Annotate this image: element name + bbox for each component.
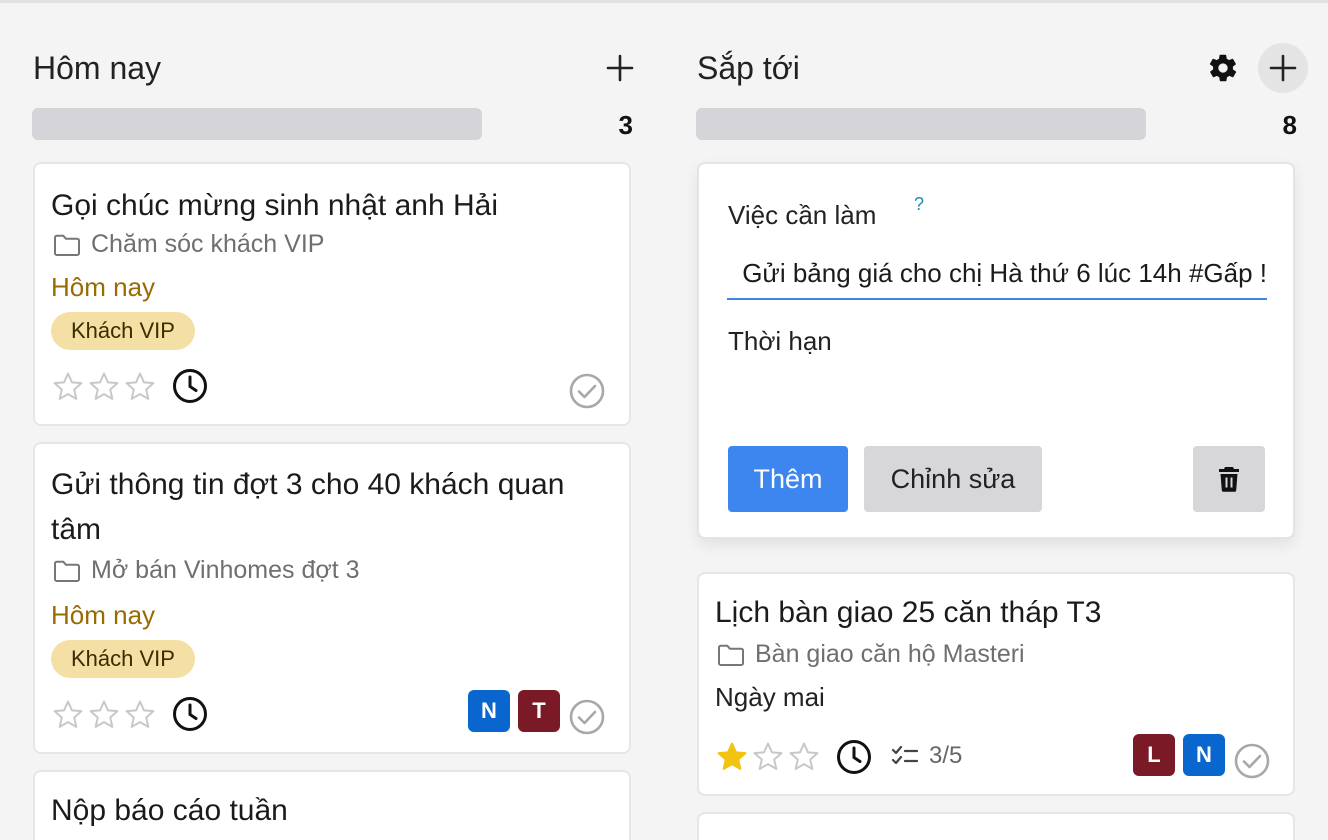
star-rating[interactable] xyxy=(715,740,821,774)
clock-icon[interactable] xyxy=(835,738,873,776)
task-count: 3 xyxy=(618,110,633,140)
check-circle-icon[interactable] xyxy=(1233,742,1271,780)
task-title: Nộp báo cáo tuần xyxy=(51,794,288,827)
subtask-progress[interactable]: 3/5 xyxy=(891,742,962,770)
project-row: Bàn giao căn hộ Masteri xyxy=(717,640,1025,669)
column-title: Hôm nay xyxy=(33,50,162,86)
task-card[interactable] xyxy=(697,812,1295,840)
task-card[interactable]: Lịch bàn giao 25 căn tháp T3 Bàn giao că… xyxy=(697,572,1295,796)
task-card[interactable]: Nộp báo cáo tuần xyxy=(33,770,631,840)
project-name: Bàn giao căn hộ Masteri xyxy=(755,640,1025,668)
star-icon[interactable] xyxy=(51,370,85,404)
clock-icon[interactable] xyxy=(171,695,209,733)
column-progress-bar xyxy=(696,108,1146,140)
task-field-label: Việc cần làm xyxy=(728,200,877,230)
tag-badge: Khách VIP xyxy=(51,640,195,678)
column-progress-bar xyxy=(32,108,482,140)
folder-icon xyxy=(54,234,80,256)
project-name: Chăm sóc khách VIP xyxy=(91,230,325,258)
star-icon[interactable] xyxy=(87,698,121,732)
assignee-avatar[interactable]: N xyxy=(468,690,510,732)
subtask-count: 3/5 xyxy=(929,742,963,769)
project-row: Mở bán Vinhomes đợt 3 xyxy=(53,556,360,585)
new-task-form: Việc cần làm ? Thời hạn Thêm Chỉnh sửa xyxy=(697,162,1295,539)
clock-icon[interactable] xyxy=(171,367,209,405)
delete-button[interactable] xyxy=(1193,446,1265,512)
task-input[interactable] xyxy=(727,252,1267,300)
task-title: Lịch bàn giao 25 căn tháp T3 xyxy=(715,596,1102,629)
star-icon[interactable] xyxy=(715,740,749,774)
edit-button[interactable]: Chỉnh sửa xyxy=(864,446,1042,512)
star-icon[interactable] xyxy=(751,740,785,774)
task-card[interactable]: Gọi chúc mừng sinh nhật anh Hải Chăm sóc… xyxy=(33,162,631,426)
column-title: Sắp tới xyxy=(697,50,800,86)
column-header: Sắp tới xyxy=(697,43,1308,93)
assignee-avatar[interactable]: T xyxy=(518,690,560,732)
star-icon[interactable] xyxy=(123,370,157,404)
folder-icon xyxy=(54,560,80,582)
star-icon[interactable] xyxy=(787,740,821,774)
task-title: Gọi chúc mừng sinh nhật anh Hải xyxy=(51,189,498,222)
add-task-button[interactable] xyxy=(1258,43,1308,93)
due-date: Ngày mai xyxy=(715,682,825,712)
plus-icon xyxy=(1269,54,1297,82)
star-icon[interactable] xyxy=(51,698,85,732)
deadline-label: Thời hạn xyxy=(728,326,832,356)
assignee-avatar[interactable]: N xyxy=(1183,734,1225,776)
tag-badge: Khách VIP xyxy=(51,312,195,350)
due-date: Hôm nay xyxy=(51,272,156,302)
column-settings-button[interactable] xyxy=(1198,43,1248,93)
task-card[interactable]: Gửi thông tin đợt 3 cho 40 khách quan tâ… xyxy=(33,442,631,754)
checklist-icon xyxy=(891,745,919,765)
add-task-button[interactable] xyxy=(595,43,645,93)
star-rating[interactable] xyxy=(51,370,157,404)
task-title: Gửi thông tin đợt 3 cho 40 khách quan tâ… xyxy=(51,468,565,546)
check-circle-icon[interactable] xyxy=(568,372,606,410)
folder-icon xyxy=(718,644,744,666)
star-rating[interactable] xyxy=(51,698,157,732)
gear-icon xyxy=(1209,54,1237,82)
column-header: Hôm nay xyxy=(33,48,634,92)
project-row: Chăm sóc khách VIP xyxy=(53,230,324,259)
due-date: Hôm nay xyxy=(51,600,156,630)
add-button[interactable]: Thêm xyxy=(728,446,848,512)
project-name: Mở bán Vinhomes đợt 3 xyxy=(91,556,360,584)
assignee-avatar[interactable]: L xyxy=(1133,734,1175,776)
check-circle-icon[interactable] xyxy=(568,698,606,736)
star-icon[interactable] xyxy=(87,370,121,404)
trash-icon xyxy=(1219,467,1239,492)
star-icon[interactable] xyxy=(123,698,157,732)
top-divider xyxy=(0,0,1328,3)
help-hint[interactable]: ? xyxy=(914,194,924,215)
plus-icon xyxy=(606,54,634,82)
task-count: 8 xyxy=(1282,110,1297,140)
